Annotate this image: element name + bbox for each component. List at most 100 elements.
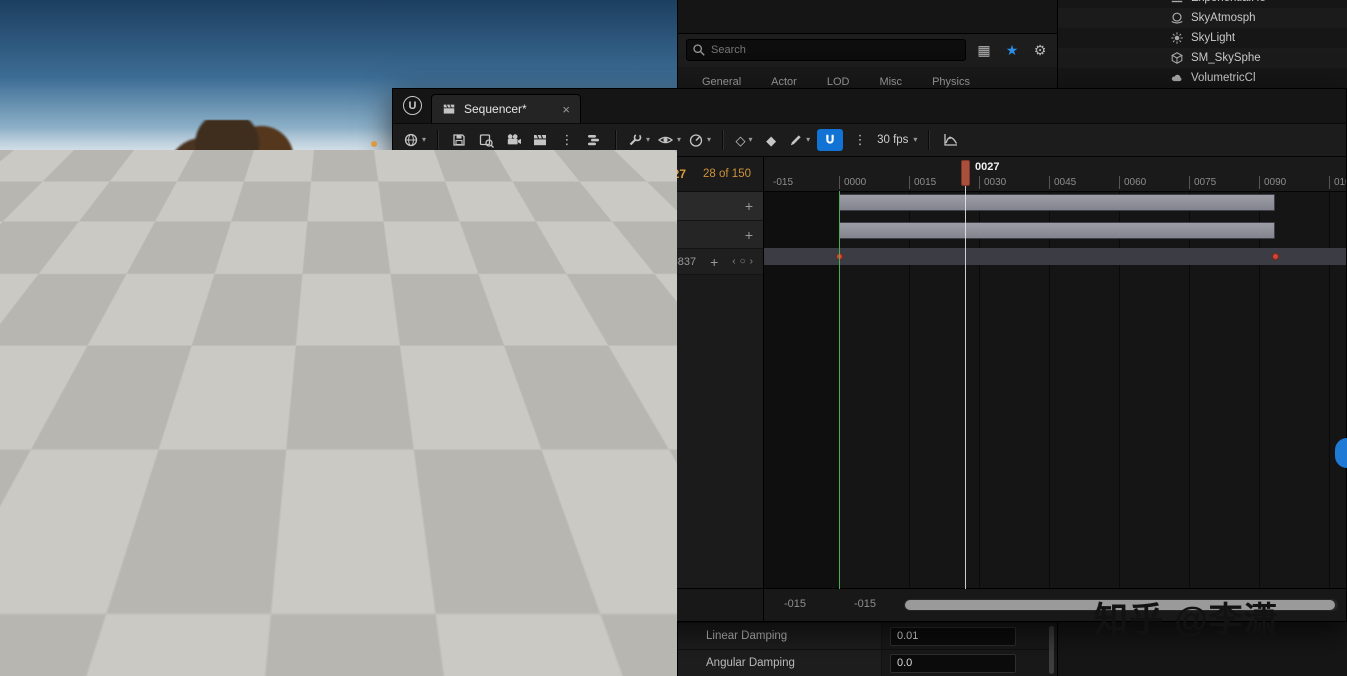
play-button[interactable]: ▶ <box>588 598 597 612</box>
track-row-heterogeneousvolume[interactable]: ▾ HeterogeneousVolume + <box>393 192 763 221</box>
toolbar-separator <box>722 130 724 150</box>
next-key-icon[interactable]: › <box>750 256 753 267</box>
timeline-area[interactable]: -015 0000 0015 0030 0045 0060 0075 0090 … <box>764 157 1346 589</box>
frame-track-band[interactable] <box>764 248 1346 265</box>
side-drawer-button[interactable] <box>1335 438 1347 468</box>
add-section-icon[interactable]: + <box>745 199 753 213</box>
expander-icon[interactable]: ▾ <box>401 201 406 212</box>
details-search-input[interactable] <box>686 39 966 61</box>
render-movie-button[interactable] <box>530 128 550 152</box>
loop-mode-button[interactable]: → <box>662 600 672 611</box>
property-row: Angular Damping 0.0 <box>678 649 1058 676</box>
sequence-settings-button[interactable]: ▾ <box>627 128 650 152</box>
tab-lod[interactable]: LOD <box>827 76 850 88</box>
more-options-button[interactable]: ⋮ <box>557 128 577 152</box>
outliner-row-exponentialheightfog[interactable]: ExponentialHe <box>1058 0 1347 8</box>
edit-mode-button[interactable]: ▾ <box>788 128 810 152</box>
track-filters-button[interactable] <box>584 128 604 152</box>
world-picker-button[interactable]: ▾ <box>403 128 426 152</box>
plus-icon: + <box>411 166 419 182</box>
static-mesh-icon <box>1171 52 1183 64</box>
playhead-marker[interactable] <box>961 160 970 186</box>
camera-icon <box>507 134 521 145</box>
wrench-icon <box>629 133 642 146</box>
filter-funnel-icon[interactable] <box>607 167 621 181</box>
search-icon <box>693 44 705 56</box>
add-track-button[interactable]: + Track <box>401 163 464 185</box>
close-icon[interactable]: × <box>562 102 570 117</box>
playback-range-start-line[interactable] <box>839 191 840 589</box>
keyframe-options-button[interactable]: ◇ ▾ <box>734 128 754 152</box>
keyframe-diamond-icon: ◇ <box>735 132 746 148</box>
volume-track-section[interactable] <box>839 194 1275 211</box>
sequencer-tab[interactable]: Sequencer* × <box>431 94 581 123</box>
previous-frame-button[interactable]: |◀ <box>555 600 564 611</box>
component-icon <box>429 229 440 240</box>
create-camera-button[interactable] <box>503 128 523 152</box>
globe-icon <box>404 133 418 147</box>
tab-actor[interactable]: Actor <box>771 76 797 88</box>
auto-key-button[interactable]: ◆ <box>761 128 781 152</box>
fps-label: 30 fps <box>877 134 909 146</box>
sequencer-titlebar[interactable]: U Sequencer* × <box>393 89 1346 123</box>
expander-icon[interactable]: ▾ <box>417 229 422 240</box>
browse-sequences-button[interactable] <box>476 128 496 152</box>
chevron-down-icon: ▾ <box>422 135 427 144</box>
tab-misc[interactable]: Misc <box>879 76 902 88</box>
linear-damping-input[interactable]: 0.01 <box>890 626 1016 646</box>
outliner-row-volumetriccloud[interactable]: VolumetricCl <box>1058 68 1347 88</box>
property-value-cell: 0.0 <box>882 650 1058 676</box>
jump-back-button[interactable]: ◀◀ <box>532 600 546 611</box>
keyframe-dot-end[interactable] <box>1272 253 1279 260</box>
next-frame-button[interactable]: |▶ <box>605 600 614 611</box>
fps-dropdown[interactable]: 30 fps ▾ <box>877 128 917 152</box>
outliner-row-sm-skysphere[interactable]: SM_SkySphe <box>1058 48 1347 68</box>
details-scrollbar[interactable] <box>1049 626 1054 674</box>
favorites-star-icon[interactable]: ★ <box>1002 42 1022 59</box>
snap-toggle-button[interactable] <box>817 129 844 151</box>
loop-section-button[interactable]: ◀▶ <box>622 600 636 611</box>
view-range-end[interactable]: -015 <box>854 598 876 610</box>
add-key-icon[interactable]: + <box>710 255 718 269</box>
playhead-line[interactable] <box>965 179 966 589</box>
view-range-start[interactable]: -015 <box>784 598 806 610</box>
add-section-icon[interactable]: + <box>745 228 753 242</box>
ruler-tick: -015 <box>773 177 794 188</box>
track-search-box[interactable] <box>470 163 601 185</box>
timeline-ruler[interactable]: -015 0000 0015 0030 0045 0060 0075 0090 … <box>764 157 1346 192</box>
outliner-item-label: ExponentialHe <box>1191 0 1266 4</box>
outliner-row-skyatmosphere[interactable]: SkyAtmosph <box>1058 8 1347 28</box>
current-frame-display[interactable]: 0027 <box>659 167 686 181</box>
angular-damping-input[interactable]: 0.0 <box>890 653 1016 673</box>
record-button[interactable] <box>485 598 500 612</box>
eye-icon <box>657 136 674 144</box>
track-search-input[interactable] <box>493 167 590 181</box>
property-track-label: Frame <box>441 255 475 268</box>
frame-value-display[interactable]: 41.566837 <box>644 256 696 268</box>
curve-editor-button[interactable] <box>940 128 960 152</box>
component-track-section[interactable] <box>839 222 1275 239</box>
find-sequence-icon <box>479 133 494 148</box>
chevron-down-icon: ▾ <box>913 135 918 144</box>
track-row-frame-property[interactable]: Frame 41.566837 + ‹ ○ › <box>393 249 763 275</box>
snap-options-button[interactable]: ⋮ <box>850 128 870 152</box>
tab-general[interactable]: General <box>702 76 741 88</box>
playback-options-button[interactable]: ▾ <box>688 128 711 152</box>
toolbar-separator <box>615 130 617 150</box>
save-sequence-button[interactable] <box>449 128 469 152</box>
transport-controls: |◀◀ ◀◀ |◀ ◀ ▶ |▶ ◀▶ ▶| → <box>393 589 764 621</box>
go-to-start-button[interactable]: |◀◀ <box>508 600 524 611</box>
timeline-tracks-body[interactable] <box>764 179 1346 589</box>
play-reverse-button[interactable]: ◀ <box>572 600 580 611</box>
settings-gear-icon[interactable]: ⚙ <box>1030 42 1050 59</box>
go-to-end-button[interactable]: ▶| <box>645 600 654 611</box>
tab-physics[interactable]: Physics <box>932 76 970 88</box>
column-settings-icon[interactable]: ▦ <box>974 42 994 59</box>
prev-key-icon[interactable]: ‹ <box>732 256 735 267</box>
track-row-heterogeneousvolumecomponent[interactable]: ▾ HeterogeneousVolumeComponent + <box>393 221 763 249</box>
details-header-strip <box>678 0 1058 34</box>
outliner-row-skylight[interactable]: SkyLight <box>1058 28 1347 48</box>
view-options-button[interactable]: ▾ <box>657 128 681 152</box>
details-search-box[interactable] <box>686 39 966 61</box>
add-keyframe-icon[interactable]: ○ <box>740 256 746 267</box>
